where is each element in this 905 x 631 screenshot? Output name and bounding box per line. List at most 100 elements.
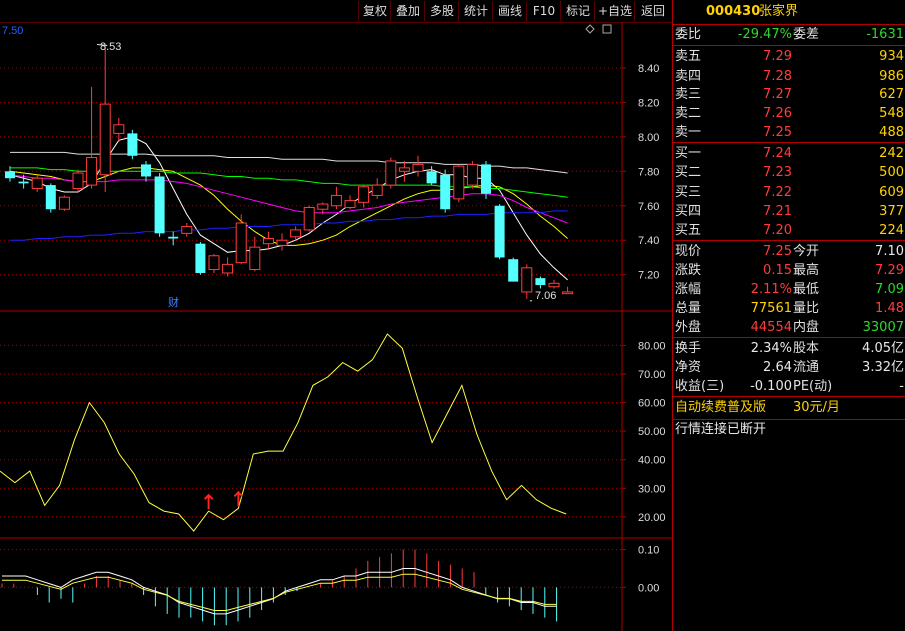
candle — [113, 117, 125, 143]
price-axis-tick-4: 7.60 — [638, 201, 659, 213]
quote-value-2: 609 — [879, 185, 904, 200]
quote-value: 7.22 — [763, 185, 792, 200]
quote-value: -0.100 — [750, 379, 792, 394]
quote-value-2: 986 — [879, 69, 904, 84]
quote-row: 现价 7.25 今开 7.10 — [673, 242, 905, 262]
finance-badge[interactable]: 财 — [166, 295, 182, 309]
price-axis-tick-3: 7.80 — [638, 166, 659, 178]
macd-axis-tick-1: 0.00 — [638, 582, 659, 594]
macd-dea-line — [2, 573, 557, 611]
quote-value: 7.25 — [763, 244, 792, 259]
quote-panel: 000430 张家界 委比 -29.47% 委差 -1631 卖五 7.29 934 卖四 7.… — [672, 0, 905, 631]
macd-axis-tick-0: 0.10 — [638, 545, 659, 557]
quote-label-2: 今开 — [793, 244, 820, 259]
panel-toggle-icon[interactable] — [602, 24, 612, 34]
high-price-label: 8.53 — [100, 41, 121, 53]
toolbar-button-4[interactable]: 画线 — [492, 1, 527, 21]
candle — [453, 164, 465, 203]
quote-row: 卖五 7.29 934 — [673, 47, 905, 67]
candle — [235, 214, 247, 265]
settings-diamond-icon[interactable] — [585, 24, 595, 34]
candle — [521, 264, 533, 299]
toolbar-button-2[interactable]: 多股 — [424, 1, 459, 21]
indicator-axis-tick-0: 80.00 — [638, 340, 666, 352]
candle — [371, 178, 383, 199]
quote-label: 净资 — [675, 360, 702, 375]
quote-row: 卖二 7.26 548 — [673, 104, 905, 124]
low-price-label: 7.06 — [535, 290, 556, 302]
candle — [181, 223, 193, 237]
toolbar-button-6[interactable]: 标记 — [560, 1, 595, 21]
candle — [72, 169, 84, 192]
quote-value-2: 33007 — [862, 320, 904, 335]
quote-value: 0.15 — [763, 263, 792, 278]
indicator-axis-tick-4: 40.00 — [638, 455, 666, 467]
quote-value-2: 4.05亿 — [862, 341, 904, 356]
candle — [208, 254, 220, 273]
quote-label-2: 最低 — [793, 282, 820, 297]
quote-value: 2.11% — [750, 282, 792, 297]
quote-label-2: 委差 — [793, 27, 820, 42]
quote-row: 收益(三) -0.100 PE(动) - — [673, 377, 905, 397]
quote-value-2: 1.48 — [875, 301, 904, 316]
quote-row: 涨跌 0.15 最高 7.29 — [673, 261, 905, 281]
quote-label: 买五 — [675, 223, 702, 238]
buy-signal-arrow-0 — [203, 493, 214, 510]
toolbar-button-5[interactable]: F10 — [526, 1, 561, 21]
toolbar-button-7[interactable]: +自选 — [594, 1, 635, 21]
candle — [494, 204, 505, 260]
price-axis-tick-6: 7.20 — [638, 270, 659, 282]
price-axis-tick-1: 8.20 — [638, 97, 659, 109]
chart-toolbar: 复权 叠加 多股 统计 画线 F10 标记 +自选 返回 — [0, 0, 672, 22]
quote-value: 7.24 — [763, 146, 792, 161]
candle — [154, 173, 165, 237]
candle — [398, 160, 410, 182]
quote-value: 77561 — [750, 301, 792, 316]
candle — [440, 169, 451, 213]
promo-row[interactable]: 自动续费普及版 30元/月 — [673, 398, 905, 418]
quote-label: 买三 — [675, 185, 702, 200]
quote-row: 买四 7.21 377 — [673, 202, 905, 222]
toolbar-button-3[interactable]: 统计 — [458, 1, 493, 21]
toolbar-button-0[interactable]: 复权 — [358, 1, 391, 21]
connection-status: 行情连接已断开 — [675, 422, 767, 437]
quote-value: 7.29 — [763, 49, 792, 64]
quote-label-2: 流通 — [793, 360, 820, 375]
quote-label: 买四 — [675, 204, 702, 219]
candle — [5, 166, 15, 182]
candle — [262, 231, 274, 249]
quote-value-2: 377 — [879, 204, 904, 219]
price-axis-tick-2: 8.00 — [638, 132, 659, 144]
quote-row: 买二 7.23 500 — [673, 163, 905, 183]
candle — [426, 166, 437, 186]
quote-label: 现价 — [675, 244, 702, 259]
candle — [358, 185, 370, 208]
quote-row: 涨幅 2.11% 最低 7.09 — [673, 280, 905, 300]
candle — [508, 257, 519, 282]
candle — [141, 160, 151, 182]
stock-code: 000430 — [706, 4, 761, 19]
stock-title: 000430 张家界 — [673, 0, 905, 24]
quote-value-2: 7.29 — [875, 263, 904, 278]
quote-label: 卖二 — [675, 106, 702, 121]
quote-row: 换手 2.34% 股本 4.05亿 — [673, 339, 905, 359]
quote-label: 卖五 — [675, 49, 702, 64]
ma-line-4 — [10, 210, 568, 241]
quote-label-2: 内盘 — [793, 320, 820, 335]
quote-value-2: 488 — [879, 125, 904, 140]
quote-value: 7.21 — [763, 204, 792, 219]
candle — [412, 155, 424, 177]
candle — [222, 257, 234, 277]
candle — [303, 205, 315, 232]
quote-label: 涨跌 — [675, 263, 702, 278]
indicator-axis-tick-3: 50.00 — [638, 426, 666, 438]
quote-label: 涨幅 — [675, 282, 702, 297]
toolbar-button-1[interactable]: 叠加 — [390, 1, 425, 21]
quote-row: 卖三 7.27 627 — [673, 85, 905, 105]
quote-value-2: -1631 — [866, 27, 904, 42]
toolbar-button-8[interactable]: 返回 — [634, 1, 671, 21]
quote-value-2: 500 — [879, 165, 904, 180]
quote-label: 委比 — [675, 27, 702, 42]
price-axis-tick-5: 7.40 — [638, 235, 659, 247]
quote-value-2: 224 — [879, 223, 904, 238]
